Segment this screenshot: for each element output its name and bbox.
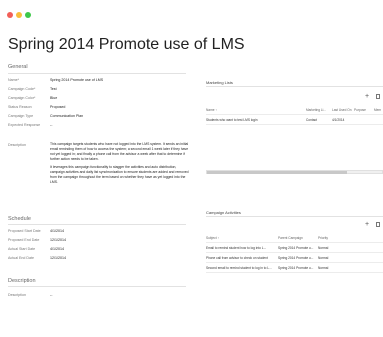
description-paragraph-1: This campaign targets students who have … (50, 142, 189, 161)
ml-col-name[interactable]: Name ↑ (206, 108, 217, 112)
campaign-color-field[interactable]: Blue (50, 96, 57, 100)
marketing-lists-scrollbar[interactable] (206, 170, 383, 174)
ca-row-3-parent[interactable]: Spring 2014 Promote u... (278, 266, 313, 270)
actual-end-field[interactable]: 12/1/2014 (50, 256, 66, 260)
campaign-code-label: Campaign Code* (8, 87, 36, 91)
ml-header-line (206, 114, 383, 115)
schedule-divider (8, 224, 186, 225)
campaign-activities-divider (206, 216, 383, 217)
ca-row-1-subject[interactable]: Email to remind student how to log into … (206, 246, 266, 250)
marketing-list-view-list-icon[interactable] (376, 94, 380, 99)
ml-col-purpose[interactable]: Purpose (354, 108, 366, 112)
description-paragraph-2: It leverages this campaign functionality… (50, 165, 189, 184)
ca-row-1-priority: Normal (318, 246, 329, 250)
proposed-end-field[interactable]: 12/1/2014 (50, 238, 66, 242)
status-reason-field[interactable]: Proposed (50, 105, 65, 109)
description-section-field[interactable]: -- (50, 293, 52, 297)
window-titlebar (0, 0, 383, 30)
ml-row-line (206, 124, 383, 125)
campaign-activities-heading: Campaign Activities (206, 210, 241, 215)
expected-response-field[interactable]: -- (50, 123, 52, 127)
ml-row-name[interactable]: Students who want to test LMS login (206, 118, 258, 122)
actual-end-label: Actual End Date (8, 256, 34, 260)
maximize-window-button[interactable] (25, 12, 31, 18)
name-label: Name* (8, 78, 19, 82)
actual-start-label: Actual Start Date (8, 247, 36, 251)
marketing-lists-scroll-thumb[interactable] (207, 171, 347, 174)
marketing-lists-heading: Marketing Lists (206, 80, 233, 85)
description-divider (8, 286, 186, 287)
description-section-heading: Description (8, 278, 36, 284)
ca-row-3-line (206, 272, 383, 273)
description-label: Description (8, 143, 26, 147)
ca-row-1-line (206, 252, 383, 253)
proposed-end-label: Proposed End Date (8, 238, 40, 242)
general-section-heading: General (8, 64, 28, 70)
proposed-start-label: Proposed Start Date (8, 229, 41, 233)
minimize-window-button[interactable] (16, 12, 22, 18)
general-divider (8, 73, 186, 74)
proposed-start-field[interactable]: 4/1/2014 (50, 229, 64, 233)
ca-col-subject[interactable]: Subject ↑ (206, 236, 219, 240)
campaign-code-field[interactable]: Test (50, 87, 57, 91)
description-field[interactable]: This campaign targets students who have … (50, 142, 190, 188)
marketing-lists-divider (206, 86, 383, 87)
status-reason-label: Status Reason (8, 105, 32, 109)
schedule-section-heading: Schedule (8, 216, 31, 222)
page-title: Spring 2014 Promote use of LMS (8, 36, 245, 53)
ca-row-3-priority: Normal (318, 266, 329, 270)
ml-col-members[interactable]: Mem (374, 108, 381, 112)
description-section-label: Description (8, 293, 26, 297)
ml-col-last-used-on[interactable]: Last Used On (332, 108, 352, 112)
campaign-type-field[interactable]: Communication Plan (50, 114, 83, 118)
add-marketing-list-plus-icon[interactable]: + (365, 93, 369, 100)
actual-start-field[interactable]: 4/1/2014 (50, 247, 64, 251)
add-campaign-activity-plus-icon[interactable]: + (365, 221, 369, 228)
campaign-color-label: Campaign Color* (8, 96, 36, 100)
ca-header-line (206, 242, 383, 243)
ca-row-2-parent[interactable]: Spring 2014 Promote u... (278, 256, 313, 260)
expected-response-label: Expected Response (8, 123, 41, 127)
name-field[interactable]: Spring 2014 Promote use of LMS (50, 78, 103, 82)
ml-row-type: Contact (306, 118, 317, 122)
ca-row-2-priority: Normal (318, 256, 329, 260)
ml-col-marketing-list-type[interactable]: Marketing Li... (306, 108, 326, 112)
ca-row-2-subject[interactable]: Phone call from advisor to check on stud… (206, 256, 268, 260)
ca-col-priority[interactable]: Priority (318, 236, 328, 240)
ca-row-1-parent[interactable]: Spring 2014 Promote u... (278, 246, 313, 250)
ca-col-parent-campaign[interactable]: Parent Campaign (278, 236, 303, 240)
campaign-type-label: Campaign Type (8, 114, 34, 118)
ca-row-2-line (206, 262, 383, 263)
ca-row-3-subject[interactable]: Second email to remind student to log in… (206, 266, 272, 270)
ml-row-last-used: 4/1/2014 (332, 118, 345, 122)
campaign-activity-view-list-icon[interactable] (376, 222, 380, 227)
close-window-button[interactable] (7, 12, 13, 18)
